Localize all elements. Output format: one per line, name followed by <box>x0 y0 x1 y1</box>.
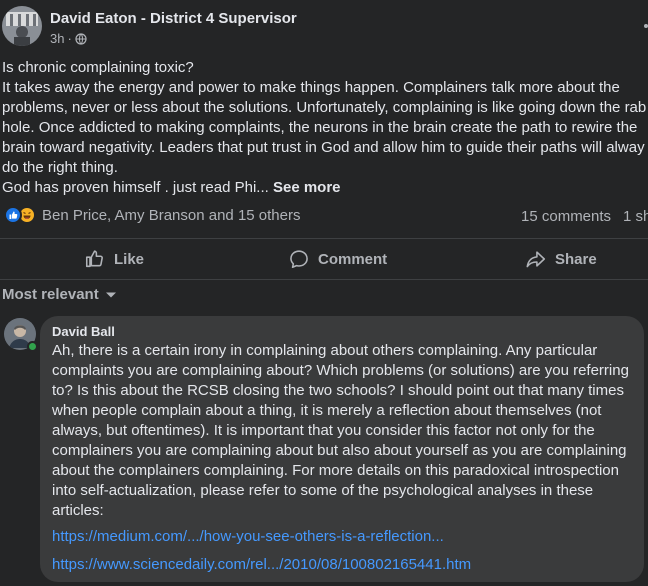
comment-line: articles: <box>52 502 104 519</box>
comment-sort-dropdown[interactable]: Most relevant <box>2 286 117 303</box>
comment-label: Comment <box>318 250 388 268</box>
post-body: Is chronic complaining toxic? It takes a… <box>2 58 648 198</box>
post-line: brain toward negativity. Leaders that pu… <box>2 139 645 156</box>
engagement-counts: 15 comments 1 sh <box>521 208 648 225</box>
post-line: Is chronic complaining toxic? <box>2 59 194 76</box>
share-button[interactable]: Share <box>525 240 597 278</box>
commenter-avatar[interactable] <box>4 318 38 352</box>
action-bar: Like Comment Share <box>0 240 648 278</box>
comment-button[interactable]: Comment <box>288 240 387 278</box>
comment-author[interactable]: David Ball <box>52 324 115 339</box>
share-label: Share <box>555 250 597 268</box>
author-name[interactable]: David Eaton - District 4 Supervisor <box>50 10 297 27</box>
thumbs-up-icon <box>85 250 103 268</box>
medium-article-link[interactable]: https://medium.com/.../how-you-see-other… <box>52 528 444 545</box>
author-avatar[interactable] <box>2 6 42 46</box>
post-line: problems, never or less about the soluti… <box>2 99 647 116</box>
like-reaction-icon <box>4 206 22 224</box>
comment-line: complaints you are complaining about? Wh… <box>52 362 629 379</box>
reaction-names[interactable]: Ben Price, Amy Branson and 15 others <box>42 207 300 224</box>
post-meta: 3h · <box>50 31 87 46</box>
post-line: do the right thing. <box>2 159 118 176</box>
like-button[interactable]: Like <box>84 240 144 278</box>
post-line: hole. Once addicted to making complaints… <box>2 119 638 136</box>
post-truncated-text: God has proven himself . just read Phi..… <box>2 179 269 196</box>
post-last-line: God has proven himself . just read Phi..… <box>2 178 648 198</box>
comment-line: to? Is this about the RCSB closing the t… <box>52 382 624 399</box>
comment-line: Ah, there is a certain irony in complain… <box>52 342 598 359</box>
comment-line: when people complain about a thing, it i… <box>52 402 602 419</box>
speech-bubble-icon <box>290 250 308 269</box>
comment-line: into self-actualization, please refer to… <box>52 482 594 499</box>
comment-line: always, but oftentimes). It is important… <box>52 422 595 439</box>
reactions-summary[interactable]: Ben Price, Amy Branson and 15 others <box>4 206 300 224</box>
comment-text: Ah, there is a certain irony in complain… <box>52 341 642 521</box>
post-header: David Eaton - District 4 Supervisor 3h · <box>0 0 648 52</box>
comment-sort-label: Most relevant <box>2 286 99 303</box>
avatar-photo-icon <box>2 6 42 46</box>
comment-line: about the complainers complaining. For m… <box>52 462 619 479</box>
post-time[interactable]: 3h <box>50 31 64 46</box>
more-options-icon[interactable] <box>634 16 648 36</box>
comments-count[interactable]: 15 comments <box>521 208 611 225</box>
divider <box>0 279 648 280</box>
shares-count[interactable]: 1 sh <box>623 208 648 225</box>
chevron-down-icon <box>105 292 116 297</box>
globe-icon <box>75 32 87 45</box>
comment-bubble: David Ball Ah, there is a certain irony … <box>40 316 644 582</box>
meta-separator: · <box>67 31 72 46</box>
online-status-dot <box>27 341 38 352</box>
divider <box>0 238 648 239</box>
like-label: Like <box>114 250 145 268</box>
see-more-link[interactable]: See more <box>273 179 341 196</box>
share-arrow-icon <box>526 251 546 268</box>
post-line: It takes away the energy and power to ma… <box>2 79 620 96</box>
sciencedaily-article-link[interactable]: https://www.sciencedaily.com/rel.../2010… <box>52 556 471 573</box>
comment-line: complainers you are complaining about bu… <box>52 442 627 459</box>
